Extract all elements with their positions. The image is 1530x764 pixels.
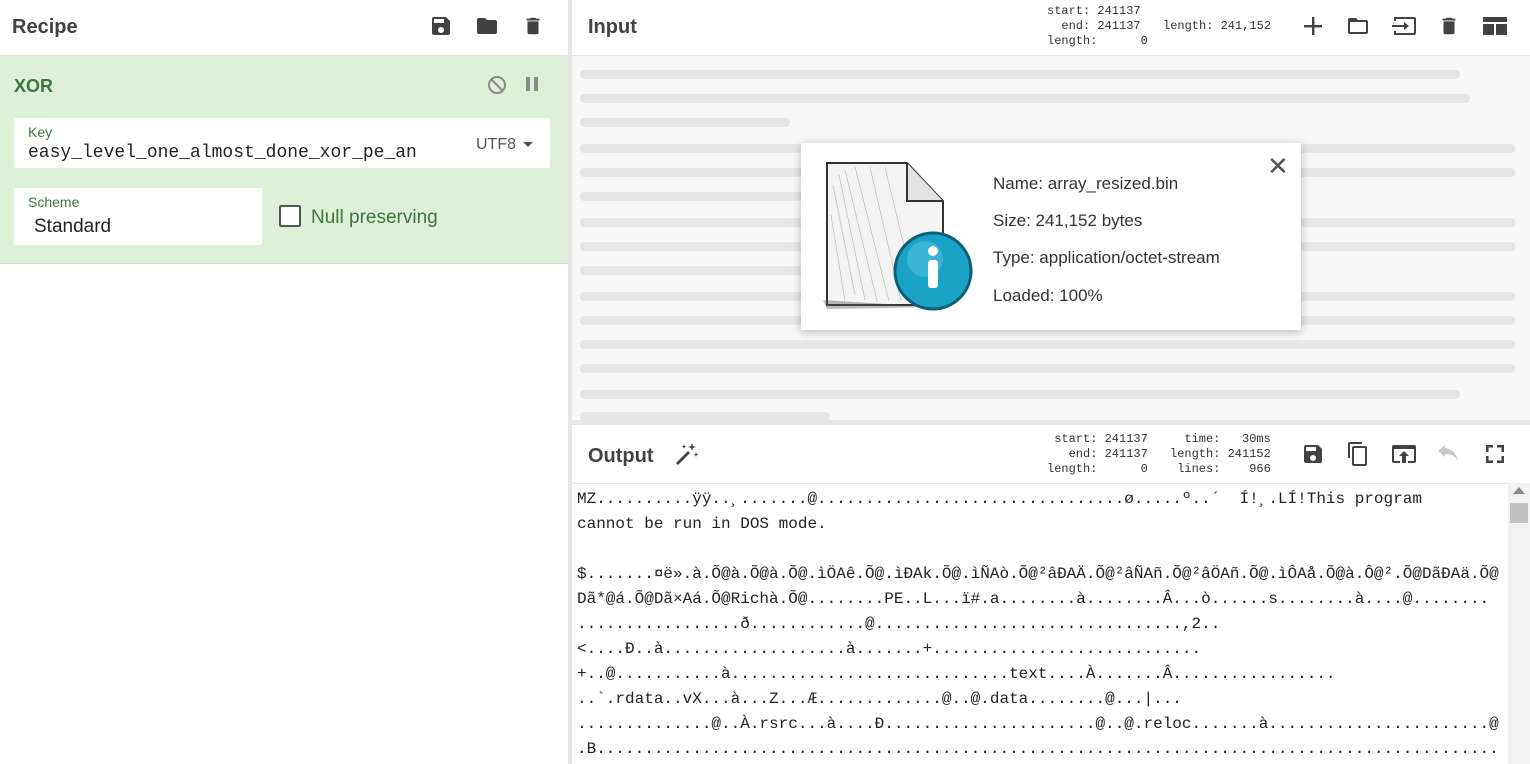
recipe-header: Recipe: [0, 0, 568, 56]
move-to-input-icon: [1392, 445, 1416, 463]
input-text-line: [580, 390, 1460, 399]
output-header: Output start: 241137 end: 241137 length:…: [572, 425, 1530, 484]
clear-input-button[interactable]: [1434, 11, 1464, 41]
scheme-field[interactable]: Scheme Standard: [14, 188, 262, 245]
maximise-output-button[interactable]: [1480, 439, 1510, 469]
input-length-stats: length: 241,152: [1163, 19, 1272, 33]
input-text-line: [580, 364, 1515, 373]
open-folder-button[interactable]: [1389, 11, 1419, 41]
close-icon[interactable]: ✕: [1267, 153, 1289, 179]
open-file-button[interactable]: [1343, 11, 1373, 41]
save-icon: [432, 17, 450, 35]
xor-operation: XOR Key easy_level_one_almost_done_xor_p…: [0, 56, 568, 264]
input-text-line: [580, 70, 1460, 79]
file-size: Size: 241,152 bytes: [993, 211, 1143, 230]
disable-operation-button[interactable]: [482, 70, 512, 100]
folder-icon: [477, 18, 497, 34]
null-preserving-label[interactable]: Null preserving: [311, 207, 438, 229]
input-header: Input start: 241137 end: 241137 length: …: [572, 0, 1530, 56]
output-selection-stats: start: 241137 end: 241137 length: 0: [1047, 432, 1148, 476]
trash-icon: [526, 17, 540, 35]
disable-icon: [488, 76, 506, 94]
copy-output-button[interactable]: [1343, 439, 1373, 469]
replace-input-button[interactable]: [1389, 439, 1419, 469]
file-info-popup: ✕ Name: array_resized.bin Size: 241,152 …: [801, 143, 1301, 330]
save-output-button[interactable]: [1298, 439, 1328, 469]
input-text-line: [580, 118, 790, 127]
magic-wand-button[interactable]: [671, 439, 701, 469]
input-text-line: [580, 94, 1470, 103]
recipe-title: Recipe: [12, 16, 78, 38]
key-input[interactable]: easy_level_one_almost_done_xor_pe_an: [28, 143, 453, 163]
key-encoding-value: UTF8: [476, 136, 516, 153]
scheme-label: Scheme: [28, 194, 80, 210]
scrollbar-thumb[interactable]: [1510, 503, 1528, 523]
breakpoint-button[interactable]: [517, 69, 547, 99]
trash-icon: [1442, 17, 1456, 35]
add-input-tab-button[interactable]: [1298, 11, 1328, 41]
input-text-line: [580, 412, 830, 420]
operation-name: XOR: [14, 76, 54, 96]
plus-icon: [1304, 17, 1322, 35]
scheme-select[interactable]: Standard: [34, 216, 111, 238]
key-encoding-dropdown[interactable]: UTF8: [476, 136, 534, 154]
output-textarea[interactable]: MZ..........ÿÿ..¸.......@...............…: [577, 487, 1502, 764]
load-recipe-button[interactable]: [472, 11, 502, 41]
input-text-line: [580, 340, 1515, 349]
recipe-pane: Recipe XOR Key easy_level_one_almost_don…: [0, 0, 568, 764]
undo-icon: [1438, 445, 1458, 461]
file-name: Name: array_resized.bin: [993, 174, 1179, 193]
output-pane: Output start: 241137 end: 241137 length:…: [572, 425, 1530, 764]
output-time-stats: time: 30ms length: 241152 lines: 966: [1170, 432, 1271, 476]
key-field[interactable]: Key easy_level_one_almost_done_xor_pe_an…: [14, 118, 550, 168]
file-loaded: Loaded: 100%: [993, 286, 1103, 305]
output-title: Output: [588, 445, 654, 467]
layout-icon: [1483, 17, 1507, 35]
input-selection-stats: start: 241137 end: 241137 length: 0: [1047, 4, 1148, 48]
output-scrollbar[interactable]: [1508, 483, 1530, 764]
input-title: Input: [588, 16, 637, 38]
magic-wand-icon: [676, 443, 699, 465]
save-icon: [1304, 445, 1322, 463]
pause-icon: [526, 77, 538, 91]
folder-open-icon: [1348, 18, 1368, 34]
reset-layout-button[interactable]: [1480, 11, 1510, 41]
clear-recipe-button[interactable]: [518, 11, 548, 41]
file-info-icon: [815, 155, 975, 322]
input-arrow-icon: [1392, 17, 1416, 35]
file-type: Type: application/octet-stream: [993, 248, 1220, 267]
caret-down-icon: [523, 142, 534, 148]
scroll-up-arrow-icon[interactable]: [1513, 487, 1525, 494]
null-preserving-checkbox[interactable]: [279, 205, 301, 227]
copy-icon: [1348, 442, 1367, 466]
save-recipe-button[interactable]: [426, 11, 456, 41]
undo-button[interactable]: [1434, 439, 1464, 469]
key-label: Key: [28, 124, 53, 140]
fullscreen-icon: [1486, 445, 1504, 463]
